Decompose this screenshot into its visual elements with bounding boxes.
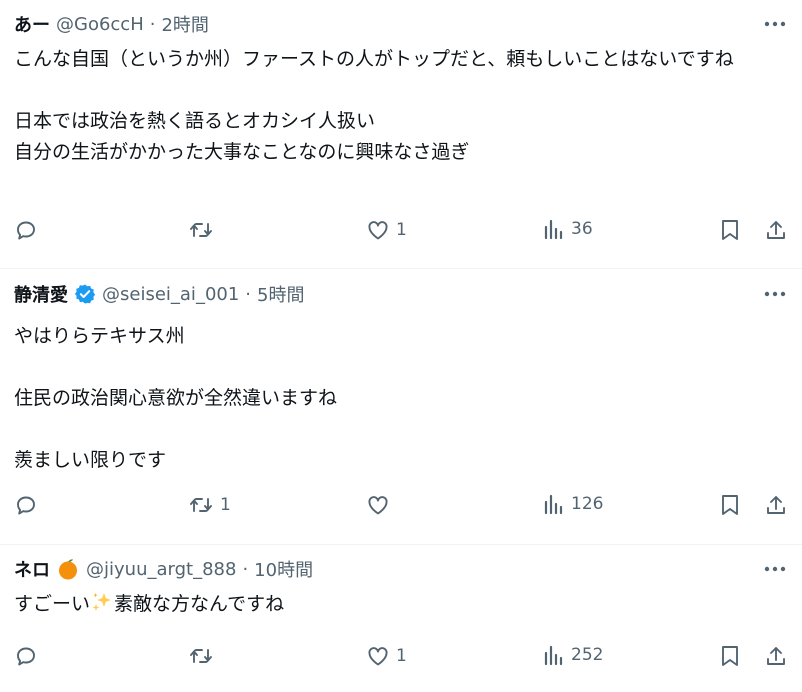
meta-separator: · (242, 558, 249, 580)
like-icon (368, 647, 388, 666)
like-button[interactable]: 1 (366, 644, 407, 668)
bookmark-button[interactable] (719, 644, 741, 668)
post-text-before: すごーい (14, 593, 91, 615)
post-text: やはりらテキサス州 住民の政治関心意欲が全然違いますね 羨ましい限りです (14, 325, 338, 471)
post-text: こんな自国（というか州）ファーストの人がトップだと、頼もしいことはないですね 日… (14, 48, 734, 163)
reply-icon (17, 496, 35, 515)
repost-button[interactable] (188, 644, 220, 668)
repost-button[interactable]: 1 (188, 493, 231, 517)
more-dots-icon[interactable] (762, 557, 788, 581)
views-button[interactable]: 252 (543, 644, 603, 666)
meta-separator: · (149, 13, 156, 35)
like-count: 1 (396, 220, 407, 240)
bookmark-button[interactable] (719, 218, 741, 242)
bookmark-button[interactable] (719, 493, 741, 517)
action-bar: 1 126 (0, 493, 802, 529)
author-handle[interactable]: @seisei_ai_001 (102, 284, 239, 305)
reply-icon (17, 647, 35, 666)
post-time[interactable]: 10時間 (254, 556, 313, 582)
share-button[interactable] (764, 493, 788, 517)
reply-button[interactable] (14, 493, 44, 517)
reply-post-2[interactable]: 静清愛 @seisei_ai_001 · 5時間 やはりらテキサス州 住民の政治… (0, 269, 802, 545)
sparkles-emoji-icon (92, 593, 112, 611)
share-icon (767, 221, 785, 239)
like-icon (368, 221, 388, 240)
repost-button[interactable] (188, 218, 220, 242)
share-icon (767, 647, 785, 665)
author-handle[interactable]: @Go6ccH (56, 14, 144, 35)
reply-button[interactable] (14, 218, 44, 242)
view-count: 36 (571, 219, 593, 239)
more-dots-icon[interactable] (762, 282, 788, 306)
bookmark-icon (722, 495, 738, 515)
action-bar: 1 252 (0, 644, 802, 680)
views-icon (544, 494, 563, 515)
views-icon (544, 219, 563, 240)
like-button[interactable] (366, 493, 396, 517)
bookmark-icon (722, 220, 738, 240)
views-button[interactable]: 126 (543, 493, 603, 515)
share-button[interactable] (764, 218, 788, 242)
repost-count: 1 (220, 495, 231, 515)
action-bar: 1 36 (0, 218, 802, 254)
author-name[interactable]: ネロ (14, 556, 50, 582)
post-time[interactable]: 5時間 (257, 281, 304, 307)
like-button[interactable]: 1 (366, 218, 407, 242)
view-count: 252 (571, 645, 604, 665)
post-text: すごーい 素敵な方なんですね (14, 589, 788, 620)
share-icon (767, 496, 785, 514)
reply-button[interactable] (14, 644, 44, 668)
share-button[interactable] (764, 644, 788, 668)
repost-icon (190, 223, 212, 237)
post-header: ネロ @jiyuu_argt_888 · 10時間 (14, 555, 313, 583)
post-time[interactable]: 2時間 (161, 11, 208, 37)
repost-icon (190, 498, 212, 512)
author-name[interactable]: 静清愛 (14, 281, 68, 307)
verified-badge-icon (74, 284, 96, 304)
reply-icon (17, 221, 35, 240)
repost-icon (190, 649, 212, 663)
bookmark-icon (722, 646, 738, 666)
view-count: 126 (571, 494, 604, 514)
views-button[interactable]: 36 (543, 218, 593, 240)
author-name[interactable]: あー (14, 11, 50, 37)
views-icon (544, 645, 563, 666)
author-handle[interactable]: @jiyuu_argt_888 (86, 559, 236, 580)
more-dots-icon[interactable] (762, 12, 788, 36)
orange-emoji-icon (59, 559, 77, 580)
reply-post-1[interactable]: あー @Go6ccH · 2時間 こんな自国（というか州）ファーストの人がトップ… (0, 0, 802, 269)
post-header: 静清愛 @seisei_ai_001 · 5時間 (14, 280, 304, 308)
meta-separator: · (245, 283, 252, 305)
post-header: あー @Go6ccH · 2時間 (14, 10, 209, 38)
reply-post-3[interactable]: ネロ @jiyuu_argt_888 · 10時間 すごーい 素敵な方なんですね … (0, 545, 802, 692)
like-icon (368, 496, 388, 515)
like-count: 1 (396, 646, 407, 666)
post-text-after: 素敵な方なんですね (114, 593, 285, 615)
